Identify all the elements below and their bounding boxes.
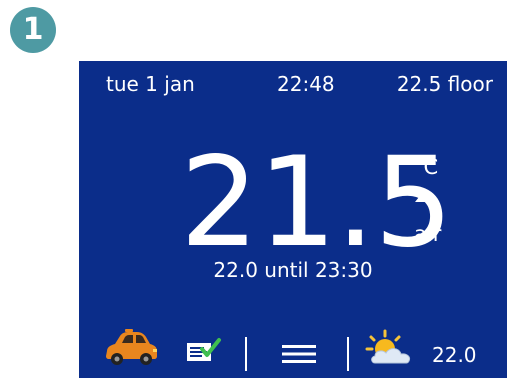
time-label: 22:48: [277, 72, 335, 96]
sun-cloud-icon[interactable]: [363, 329, 417, 369]
trend-up-arrow-icon: [415, 192, 431, 202]
date-label: tue 1 jan: [106, 72, 195, 96]
menu-icon[interactable]: [282, 344, 316, 364]
floor-temperature-label: 22.5 floor: [396, 72, 493, 96]
setpoint-label: 22.0 until 23:30: [213, 258, 373, 282]
thermostat-screen: tue 1 jan 22:48 22.5 floor 21.5 °C air 2…: [79, 61, 507, 378]
car-icon[interactable]: [101, 327, 159, 367]
sensor-type-label: air: [414, 222, 442, 246]
step-number-badge: 1: [10, 7, 56, 53]
outdoor-temperature: 22.0: [432, 343, 477, 367]
divider: [347, 337, 349, 371]
temperature-unit: °C: [413, 155, 439, 179]
current-temperature: 21.5: [180, 131, 453, 275]
schedule-check-icon[interactable]: [185, 337, 223, 365]
divider: [245, 337, 247, 371]
